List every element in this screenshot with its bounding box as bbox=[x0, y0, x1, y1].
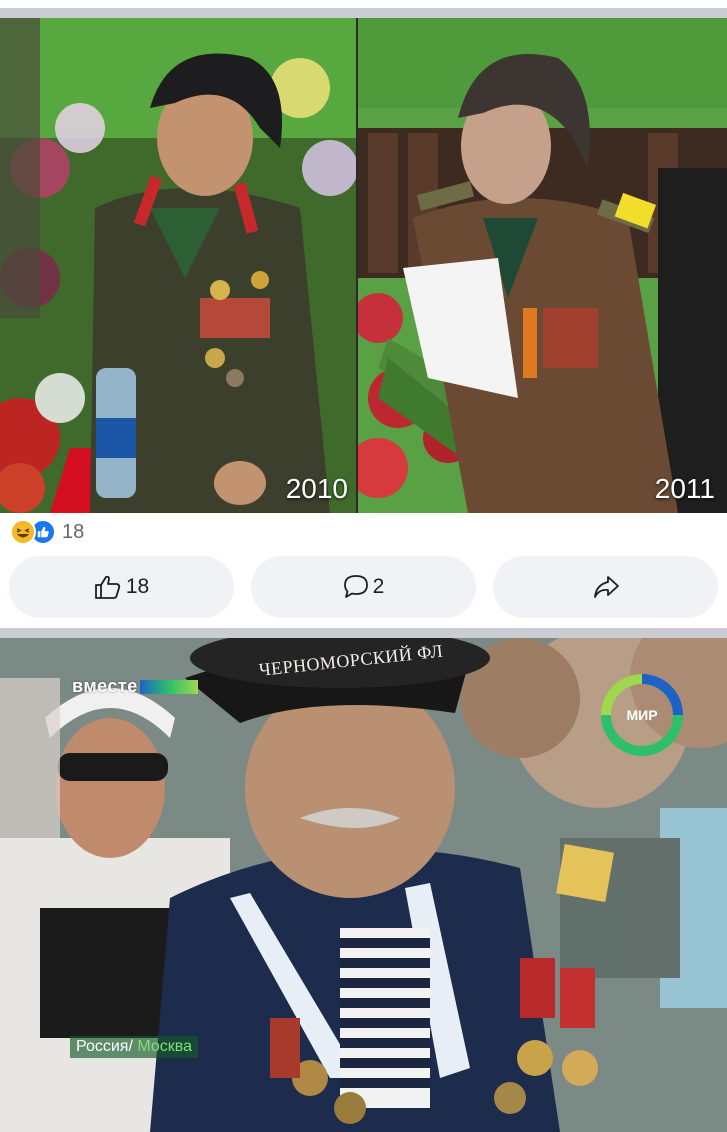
reaction-summary[interactable]: 18 bbox=[10, 518, 84, 546]
mir-channel-logo: МИР bbox=[600, 673, 684, 762]
photo-year-label: 2011 bbox=[654, 473, 715, 504]
haha-icon bbox=[10, 519, 36, 545]
comment-bubble-icon bbox=[343, 574, 369, 600]
caption-country: Россия/ bbox=[76, 1038, 133, 1055]
feed-top-divider bbox=[0, 0, 727, 18]
tv-logo-bar bbox=[139, 679, 198, 694]
photo-2011: 2011 bbox=[358, 18, 727, 513]
feed-post-divider bbox=[0, 628, 727, 638]
mir-logo-text: МИР bbox=[626, 707, 657, 723]
tv-logo-text: вместе bbox=[72, 676, 138, 696]
photo-year-label: 2010 bbox=[285, 473, 348, 504]
like-button[interactable]: 18 bbox=[9, 556, 234, 618]
share-arrow-icon bbox=[592, 574, 620, 600]
post-photo-collage[interactable]: 2010 2011 bbox=[0, 18, 727, 513]
comment-button[interactable]: 2 bbox=[251, 556, 476, 618]
reaction-count: 18 bbox=[62, 520, 85, 543]
veteran-woman-2011-illustration bbox=[358, 18, 727, 513]
post-action-bar: 18 2 bbox=[9, 556, 718, 618]
photo-2010: 2010 bbox=[0, 18, 356, 513]
location-caption: Россия/ Москва bbox=[70, 1036, 198, 1058]
tv-logo-vmeste: вместе bbox=[72, 676, 198, 697]
share-button[interactable] bbox=[493, 556, 718, 618]
caption-city: Москва bbox=[137, 1038, 192, 1055]
comment-count: 2 bbox=[372, 575, 385, 598]
thumbs-up-icon bbox=[94, 574, 122, 600]
veteran-woman-2010-illustration bbox=[0, 18, 356, 513]
like-count: 18 bbox=[125, 575, 150, 598]
